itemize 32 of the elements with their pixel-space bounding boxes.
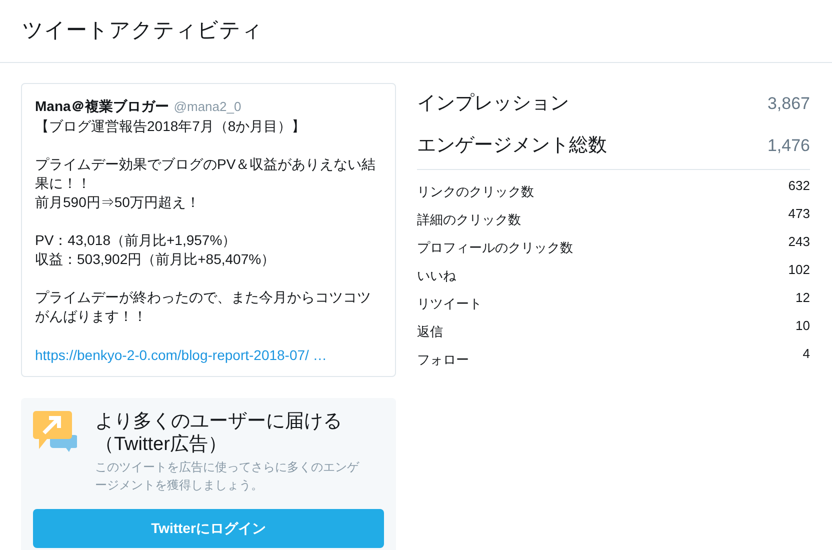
tweet-text: プライムデー効果でブログのPV＆収益がありえない結果に！！ xyxy=(35,155,377,193)
metric-label: いいね xyxy=(417,267,456,285)
promo-description: このツイートを広告に使ってさらに多くのエンゲージメントを獲得しましょう。 xyxy=(95,459,360,494)
metric-label: 返信 xyxy=(417,323,443,341)
metric-label: インプレッション xyxy=(417,92,569,116)
metric-label: フォロー xyxy=(417,351,469,369)
metric-value: 102 xyxy=(788,261,810,279)
promo-title: より多くのユーザーに届ける（Twitter広告） xyxy=(95,410,343,456)
speech-bubbles-icon xyxy=(33,411,77,453)
login-button[interactable]: Twitterにログイン xyxy=(33,509,384,548)
tweet-text: プライムデーが終わったので、また今月からコツコツがんばります！！ xyxy=(35,288,372,326)
metric-label: エンゲージメント総数 xyxy=(417,134,607,158)
metric-value: 243 xyxy=(788,233,810,251)
metric-value: 3,867 xyxy=(767,93,810,116)
metric-value: 632 xyxy=(788,177,810,195)
dialog-title: ツイートアクティビティ xyxy=(22,18,263,44)
metric-label: リンクのクリック数 xyxy=(417,183,534,201)
metric-value: 473 xyxy=(788,205,810,223)
tweet-text: 前月590円⇒50万円超え！ xyxy=(35,193,201,212)
metric-value: 12 xyxy=(796,289,810,307)
tweet-text: 【ブログ運営報告2018年7月（8か月目）】 xyxy=(35,117,307,136)
tweet-link[interactable]: https://benkyo-2-0.com/blog-report-2018-07/ … xyxy=(35,345,382,366)
metric-label: リツイート xyxy=(417,295,482,313)
author-handle: @mana2_0 xyxy=(174,98,242,116)
tweet-text: PV：43,018（前月比+1,957%） xyxy=(35,231,238,250)
metric-value: 1,476 xyxy=(767,135,810,158)
author-name: Mana＠複業ブロガー xyxy=(35,97,169,116)
tweet-text: 収益：503,902円（前月比+85,407%） xyxy=(35,250,276,269)
metric-value: 4 xyxy=(802,345,810,363)
metric-value: 10 xyxy=(796,317,810,335)
metric-label: プロフィールのクリック数 xyxy=(417,239,573,257)
metric-label: 詳細のクリック数 xyxy=(417,211,521,229)
